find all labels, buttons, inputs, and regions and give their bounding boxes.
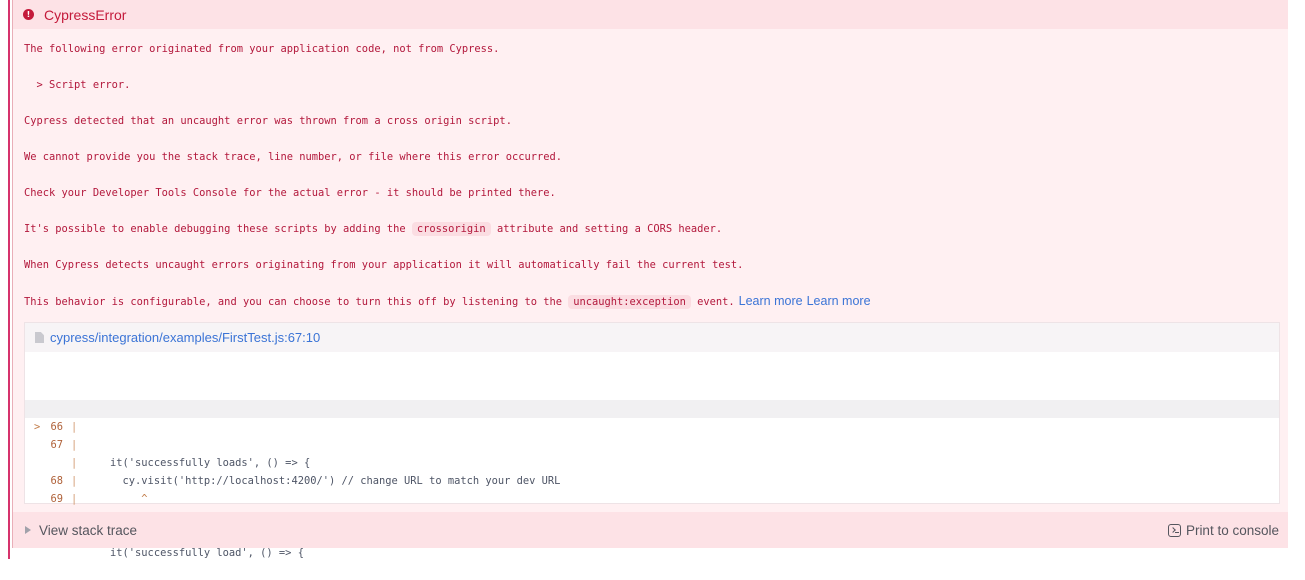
code-line-highlighted: > 67 | cy.visit('http://localhost:4200/'… bbox=[25, 400, 1279, 487]
code-frame-header: cypress/integration/examples/FirstTest.j… bbox=[25, 323, 1279, 352]
uncaught-exception-code: uncaught:exception bbox=[568, 295, 691, 309]
file-path-link[interactable]: cypress/integration/examples/FirstTest.j… bbox=[50, 330, 320, 345]
view-stack-trace-label: View stack trace bbox=[39, 522, 138, 538]
error-header: ! CypressError bbox=[13, 0, 1289, 29]
error-caret: ^ bbox=[85, 493, 148, 505]
config-text-before: This behavior is configurable, and you c… bbox=[24, 296, 569, 308]
code-line: 70 | it('successfully load', () => { bbox=[25, 472, 1279, 559]
code-line: 69 | bbox=[25, 454, 1279, 523]
code-line: 65 | bbox=[25, 364, 1279, 433]
right-margin bbox=[1288, 0, 1305, 559]
configurable-message-line: This behavior is configurable, and you c… bbox=[24, 294, 871, 309]
code-frame: cypress/integration/examples/FirstTest.j… bbox=[24, 322, 1280, 559]
cypress-runner-frame: ! CypressError The following error origi… bbox=[0, 0, 1305, 559]
error-message-line: > Script error. bbox=[24, 79, 131, 91]
config-text-after: event. bbox=[690, 296, 735, 308]
error-footer: View stack trace Print to console bbox=[13, 512, 1289, 548]
learn-more-link[interactable]: Learn more bbox=[739, 294, 803, 308]
crossorigin-text-after: attribute and setting a CORS header. bbox=[490, 223, 723, 235]
print-to-console-button[interactable]: Print to console bbox=[1167, 522, 1279, 538]
view-stack-trace-toggle[interactable]: View stack trace bbox=[25, 523, 137, 538]
crossorigin-text-before: It's possible to enable debugging these … bbox=[24, 223, 412, 235]
code-line: | ^ bbox=[25, 418, 1279, 505]
crossorigin-code: crossorigin bbox=[411, 222, 491, 236]
auto-fail-message-line: When Cypress detects uncaught errors ori… bbox=[24, 259, 744, 271]
error-message-line: Check your Developer Tools Console for t… bbox=[24, 187, 556, 199]
error-message-line: Cypress detected that an uncaught error … bbox=[24, 115, 512, 127]
error-message-line: We cannot provide you the stack trace, l… bbox=[24, 151, 562, 163]
file-icon bbox=[35, 332, 44, 343]
error-message-line: The following error originated from your… bbox=[24, 43, 500, 55]
error-circle-icon: ! bbox=[23, 9, 34, 20]
code-line: 66 | it('successfully loads', () => { bbox=[25, 382, 1279, 469]
error-panel: ! CypressError The following error origi… bbox=[12, 0, 1289, 559]
learn-more-link[interactable]: Learn more bbox=[807, 294, 871, 308]
terminal-icon bbox=[1167, 523, 1181, 537]
error-title: CypressError bbox=[44, 6, 127, 23]
caret-right-icon bbox=[25, 526, 31, 534]
print-to-console-label: Print to console bbox=[1185, 522, 1279, 538]
failed-test-indicator bbox=[8, 0, 10, 559]
crossorigin-message-line: It's possible to enable debugging these … bbox=[24, 222, 722, 236]
code-line: 68 | }) bbox=[25, 436, 1279, 523]
